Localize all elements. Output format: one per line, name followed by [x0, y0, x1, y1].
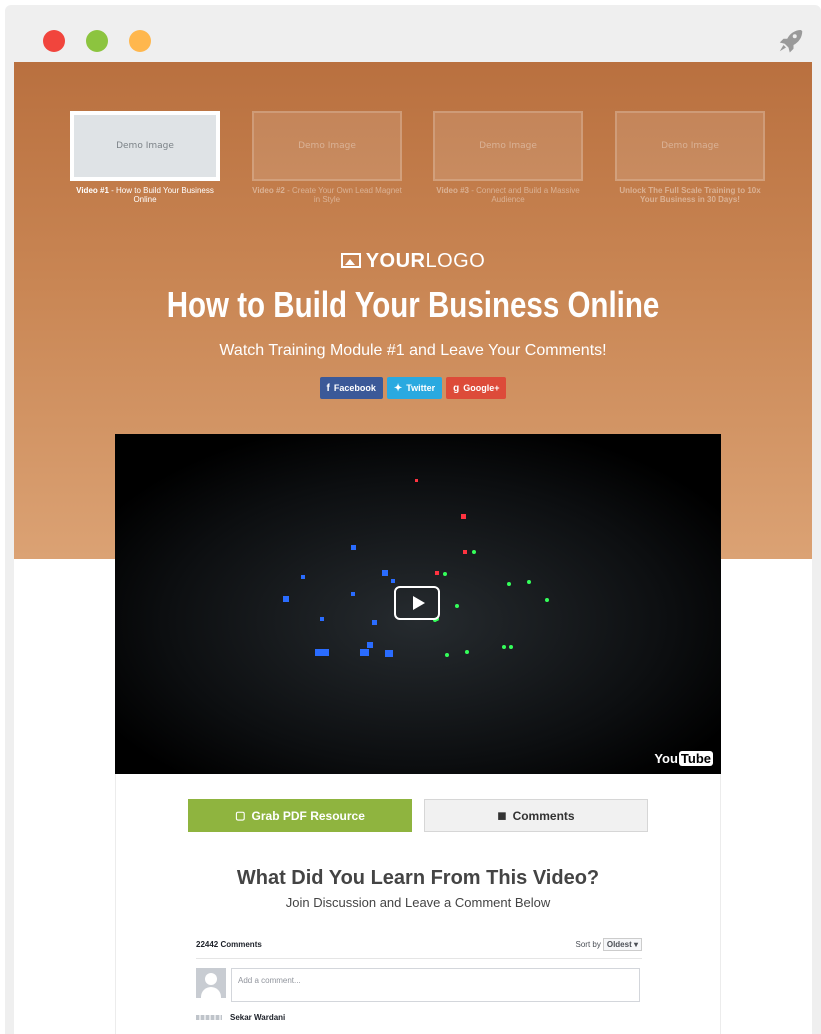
discussion-title: What Did You Learn From This Video?	[236, 867, 600, 889]
grab-pdf-button[interactable]: ▢ Grab PDF Resource	[188, 799, 412, 832]
browser-chrome	[5, 5, 821, 62]
thumbnail-video-4[interactable]: Demo Image Unlock The Full Scale Trainin…	[615, 111, 765, 204]
logo-text-strong: YOUR	[365, 250, 426, 272]
video-thumbnails: Demo Image Video #1 - How to Build Your …	[70, 111, 770, 211]
page-title: How to Build Your Business Online	[166, 284, 660, 325]
page-subtitle: Watch Training Module #1 and Leave Your …	[219, 342, 607, 359]
thumbnail-video-2[interactable]: Demo Image Video #2 - Create Your Own Le…	[252, 111, 402, 204]
thumbnail-caption: Video #1 - How to Build Your Business On…	[76, 186, 214, 204]
rocket-icon	[779, 30, 803, 53]
comment-avatar	[196, 1015, 222, 1020]
comment-input[interactable]: Add a comment...	[231, 968, 640, 1002]
twitter-share-button[interactable]: ✦ Twitter	[386, 377, 443, 399]
content-panel: ▢ Grab PDF Resource ◼ Comments What Did Yo…	[115, 774, 721, 1034]
avatar	[196, 968, 226, 998]
comments-header: 22442 Comments Sort by Oldest ▾	[196, 934, 642, 959]
facebook-icon: ◼	[497, 810, 507, 822]
thumbnail-image: Demo Image	[252, 111, 402, 181]
logo-text-light: LOGO	[425, 250, 486, 272]
comment-author[interactable]: Sekar Wardani	[230, 1013, 285, 1022]
thumbnail-video-1[interactable]: Demo Image Video #1 - How to Build Your …	[70, 111, 220, 204]
google-plus-share-button[interactable]: g Google+	[446, 377, 507, 399]
thumbnail-caption: Video #2 - Create Your Own Lead Magnet i…	[252, 186, 402, 204]
sort-control: Sort by Oldest ▾	[576, 937, 642, 951]
minimize-window-button[interactable]	[129, 30, 151, 52]
thumbnail-caption: Unlock The Full Scale Training to 10x Yo…	[619, 186, 761, 204]
thumbnail-image: Demo Image	[70, 111, 220, 181]
comments-count: 22442 Comments	[196, 939, 262, 949]
facebook-icon: f	[326, 383, 330, 394]
facebook-share-button[interactable]: f Facebook	[319, 377, 383, 399]
discussion-subtitle: Join Discussion and Leave a Comment Belo…	[285, 895, 551, 910]
comments-widget: 22442 Comments Sort by Oldest ▾ Add a com…	[196, 934, 642, 1022]
comment-item: Sekar Wardani	[196, 1013, 642, 1022]
close-window-button[interactable]	[43, 30, 65, 52]
thumbnail-caption: Video #3 - Connect and Build a Massive A…	[436, 186, 580, 204]
youtube-logo[interactable]: You Tube	[654, 751, 713, 766]
site-logo: YOURLOGO	[14, 250, 812, 273]
thumbnail-image: Demo Image	[615, 111, 765, 181]
comments-button[interactable]: ◼ Comments	[424, 799, 648, 832]
thumbnail-video-3[interactable]: Demo Image Video #3 - Connect and Build …	[433, 111, 583, 204]
comment-composer: Add a comment...	[196, 968, 642, 1004]
pdf-icon: ▢	[235, 810, 246, 822]
maximize-window-button[interactable]	[86, 30, 108, 52]
page-frame: Demo Image Video #1 - How to Build Your …	[5, 62, 821, 1034]
google-plus-icon: g	[453, 383, 460, 394]
video-player[interactable]: You Tube	[115, 434, 721, 774]
sort-select[interactable]: Oldest ▾	[602, 937, 642, 951]
image-icon	[340, 253, 361, 268]
play-button[interactable]	[394, 586, 440, 620]
twitter-icon: ✦	[393, 383, 403, 394]
share-buttons: f Facebook ✦ Twitter g Google+	[14, 377, 812, 399]
thumbnail-image: Demo Image	[433, 111, 583, 181]
